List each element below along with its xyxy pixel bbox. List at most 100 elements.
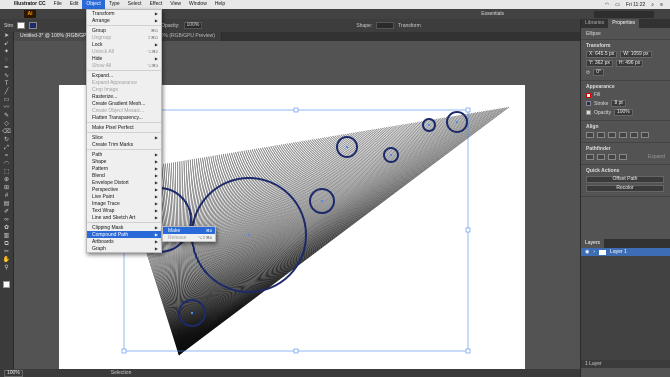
- tab-properties[interactable]: Properties: [608, 19, 639, 28]
- exclude-icon[interactable]: [619, 154, 627, 160]
- recolor-button[interactable]: Recolor: [586, 185, 664, 192]
- tab-layers[interactable]: Layers: [581, 239, 605, 248]
- slice-icon[interactable]: ✂: [2, 249, 12, 256]
- shape-field[interactable]: [376, 22, 395, 29]
- menu-item-transform[interactable]: Transform ▶: [87, 10, 161, 17]
- menu-item-path[interactable]: Path ▶: [87, 151, 161, 158]
- gradient-icon[interactable]: ▤: [2, 201, 12, 208]
- graph-icon[interactable]: ▥: [2, 233, 12, 240]
- menu-item-envelope-distort[interactable]: Envelope Distort ▶: [87, 179, 161, 186]
- menu-item-line-and-sketch-art[interactable]: Line and Sketch Art ▶: [87, 214, 161, 221]
- hand-icon[interactable]: ✋: [2, 257, 12, 264]
- align-left-icon[interactable]: [586, 132, 594, 138]
- menu-window[interactable]: Window: [185, 0, 211, 9]
- zoom-icon[interactable]: ⚲: [2, 265, 12, 272]
- intersect-icon[interactable]: [608, 154, 616, 160]
- battery-icon[interactable]: ▭: [612, 2, 623, 8]
- align-bottom-icon[interactable]: [641, 132, 649, 138]
- stroke-swatch[interactable]: [29, 22, 38, 29]
- stroke-weight-field[interactable]: 8 pt: [611, 100, 626, 107]
- offset-path-button[interactable]: Offset Path: [586, 176, 664, 183]
- minus-front-icon[interactable]: [597, 154, 605, 160]
- menu-item-perspective[interactable]: Perspective ▶: [87, 186, 161, 193]
- x-field[interactable]: X: 645.5 px: [586, 51, 618, 58]
- menu-item-slice[interactable]: Slice ▶: [87, 134, 161, 141]
- transform-link[interactable]: Transform: [398, 23, 421, 29]
- expand-chevron-icon[interactable]: ›: [593, 249, 595, 255]
- menu-item-group[interactable]: Group ⌘G: [87, 27, 161, 34]
- eraser-icon[interactable]: ⌫: [2, 129, 12, 136]
- fill-swatch-panel[interactable]: [586, 92, 591, 98]
- wand-icon[interactable]: ✦: [2, 49, 12, 56]
- free-transform-icon[interactable]: ⬚: [2, 169, 12, 176]
- menu-item-pattern[interactable]: Pattern ▶: [87, 165, 161, 172]
- menu-type[interactable]: Type: [105, 0, 124, 9]
- curvature-icon[interactable]: ∿: [2, 73, 12, 80]
- menu-item-arrange[interactable]: Arrange ▶: [87, 17, 161, 24]
- rotate-icon[interactable]: ↻: [2, 137, 12, 144]
- warp-icon[interactable]: ◠: [2, 161, 12, 168]
- align-middle-icon[interactable]: [630, 132, 638, 138]
- rotate-field[interactable]: 0°: [593, 69, 604, 76]
- menu-effect[interactable]: Effect: [146, 0, 167, 9]
- fill-swatch[interactable]: [17, 22, 26, 29]
- pen-icon[interactable]: ✒: [2, 65, 12, 72]
- y-field[interactable]: Y: 362 px: [586, 60, 613, 67]
- opacity-field[interactable]: 100%: [183, 22, 203, 29]
- opacity-panel-field[interactable]: 100%: [613, 109, 633, 116]
- shape-builder-icon[interactable]: ⊕: [2, 177, 12, 184]
- stroke-swatch-panel[interactable]: [586, 101, 591, 106]
- h-field[interactable]: H: 496 px: [615, 60, 644, 67]
- menu-item-lock[interactable]: Lock ▶: [87, 41, 161, 48]
- zoom-field[interactable]: 100%: [4, 369, 23, 377]
- blend-icon[interactable]: ∞: [2, 217, 12, 224]
- eyedropper-icon[interactable]: ✐: [2, 209, 12, 216]
- menu-edit[interactable]: Edit: [66, 0, 83, 9]
- menu-item-artboards[interactable]: Artboards ▶: [87, 238, 161, 245]
- menu-app-name[interactable]: Illustrator CC: [10, 0, 50, 9]
- pencil-icon[interactable]: ✎: [2, 113, 12, 120]
- arrow-icon[interactable]: ➤: [2, 33, 12, 40]
- align-center-icon[interactable]: [597, 132, 605, 138]
- line-icon[interactable]: ╱: [2, 89, 12, 96]
- symbol-icon[interactable]: ✿: [2, 225, 12, 232]
- direct-select-icon[interactable]: ➹: [2, 41, 12, 48]
- submenu-item-make[interactable]: Make ⌘8: [163, 227, 215, 234]
- menu-view[interactable]: View: [166, 0, 185, 9]
- menu-item-clipping-mask[interactable]: Clipping Mask ▶: [87, 224, 161, 231]
- mesh-icon[interactable]: #: [2, 193, 12, 200]
- shaper-icon[interactable]: ◇: [2, 121, 12, 128]
- menu-item-create-trim-marks[interactable]: Create Trim Marks: [87, 141, 161, 148]
- perspective-icon[interactable]: ⊞: [2, 185, 12, 192]
- menu-item-live-paint[interactable]: Live Paint ▶: [87, 193, 161, 200]
- menu-file[interactable]: File: [50, 0, 66, 9]
- lasso-icon[interactable]: ◌: [2, 57, 12, 64]
- menu-item-image-trace[interactable]: Image Trace ▶: [87, 200, 161, 207]
- expand-button[interactable]: Expand: [648, 154, 665, 160]
- brush-icon[interactable]: 〰: [2, 105, 12, 112]
- unite-icon[interactable]: [586, 154, 594, 160]
- w-field[interactable]: W: 1059 px: [620, 51, 652, 58]
- width-icon[interactable]: ≈: [2, 153, 12, 160]
- fill-stroke-icon[interactable]: [2, 278, 12, 290]
- help-search-input[interactable]: [594, 10, 654, 18]
- workspace-switcher[interactable]: Essentials: [481, 11, 504, 17]
- search-icon[interactable]: ⌕: [648, 2, 657, 8]
- wifi-icon[interactable]: ◠: [602, 2, 612, 8]
- menu-list-icon[interactable]: ≡: [657, 2, 666, 8]
- clock[interactable]: Fri 11:22: [623, 2, 648, 8]
- menu-help[interactable]: Help: [211, 0, 229, 9]
- menu-item-expand[interactable]: Expand...: [87, 72, 161, 79]
- layer-name[interactable]: Layer 1: [610, 249, 627, 255]
- rect-icon[interactable]: ▭: [2, 97, 12, 104]
- type-icon[interactable]: T: [2, 81, 12, 88]
- align-top-icon[interactable]: [619, 132, 627, 138]
- menu-item-graph[interactable]: Graph ▶: [87, 245, 161, 252]
- artboard-icon[interactable]: ⧉: [2, 241, 12, 248]
- menu-item-rasterize[interactable]: Rasterize...: [87, 93, 161, 100]
- menu-item-text-wrap[interactable]: Text Wrap ▶: [87, 207, 161, 214]
- menu-item-compound-path[interactable]: Compound Path ▶: [87, 231, 161, 238]
- menu-item-make-pixel-perfect[interactable]: Make Pixel Perfect: [87, 124, 161, 131]
- tab-libraries[interactable]: Libraries: [581, 19, 608, 28]
- menu-item-create-gradient-mesh[interactable]: Create Gradient Mesh...: [87, 100, 161, 107]
